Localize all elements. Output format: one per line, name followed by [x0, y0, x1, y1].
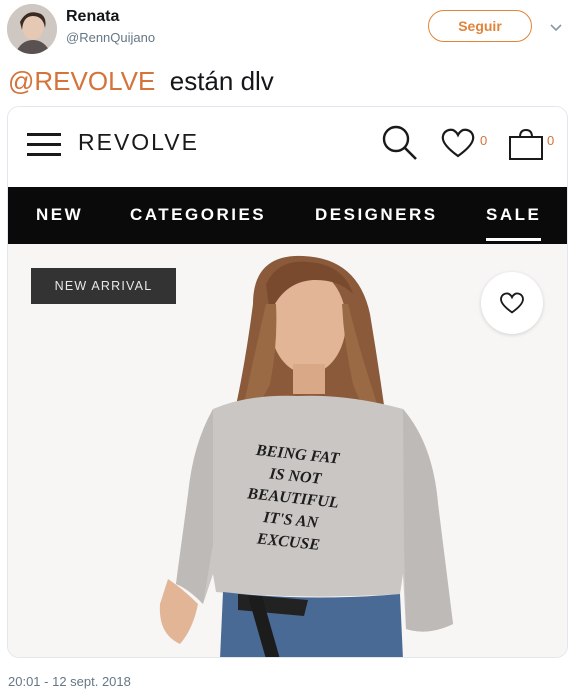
display-name[interactable]: Renata: [66, 8, 119, 26]
nav-designers: DESIGNERS: [315, 205, 438, 224]
tweet-media[interactable]: REVOLVE 0 0 NEW CATEGORIES DESIGNERS SAL…: [7, 106, 568, 658]
shopping-bag-icon: [509, 128, 543, 160]
heart-icon: [500, 292, 524, 314]
revolve-nav: NEW CATEGORIES DESIGNERS SALE: [8, 187, 567, 244]
product-photo: NEW ARRIVAL BEING FAT IS NOT BEAUTIFUL I…: [8, 244, 567, 657]
follow-button[interactable]: Seguir: [428, 10, 532, 42]
tweet-timestamp[interactable]: 20:01 - 12 sept. 2018: [8, 674, 131, 689]
nav-sale: SALE: [486, 205, 542, 224]
nav-new: NEW: [36, 205, 84, 224]
wishlist-count: 0: [480, 133, 488, 148]
menu-icon: [27, 133, 61, 157]
bag-count: 0: [547, 133, 555, 148]
sale-underline: [486, 238, 541, 241]
tweet-body: están dlv: [155, 66, 274, 96]
avatar[interactable]: [7, 4, 57, 54]
new-arrival-badge: NEW ARRIVAL: [31, 268, 176, 304]
heart-icon: [441, 128, 475, 158]
brand-logo: REVOLVE: [78, 129, 199, 155]
tweet-header: Renata @RennQuijano Seguir: [0, 0, 574, 60]
user-handle[interactable]: @RennQuijano: [66, 30, 155, 45]
revolve-header: REVOLVE 0 0: [8, 107, 567, 185]
tweet-text: @REVOLVE están dlv: [8, 66, 274, 97]
mention-link[interactable]: @REVOLVE: [8, 66, 155, 96]
favorite-button: [481, 272, 543, 334]
shirt-print: BEING FAT IS NOT BEAUTIFUL IT'S AN EXCUS…: [223, 438, 364, 561]
search-icon: [382, 125, 417, 160]
nav-categories: CATEGORIES: [130, 205, 267, 224]
chevron-down-icon[interactable]: [548, 20, 564, 36]
